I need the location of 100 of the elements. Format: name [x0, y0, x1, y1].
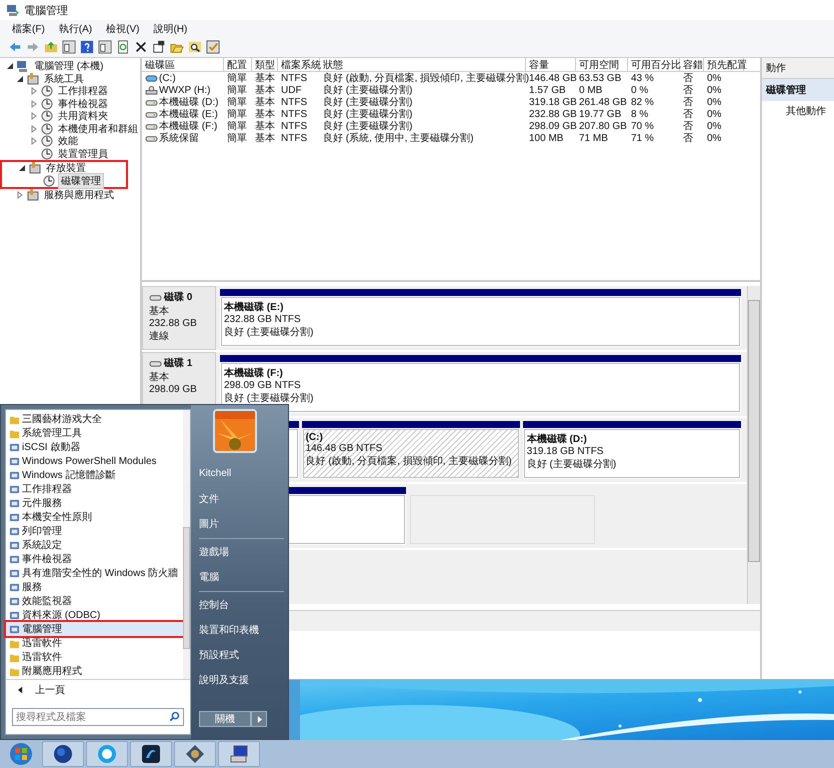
menu-item[interactable]: 說明(H): [153, 22, 188, 36]
start-menu-link[interactable]: 圖片: [199, 511, 284, 536]
table-cell: 19.77 GB: [579, 108, 622, 120]
menu-item[interactable]: 檢視(V): [106, 22, 140, 36]
partition[interactable]: 本機磁碟 (D:) 319.18 GB NTFS 良好 (主要磁碟分割): [522, 421, 741, 479]
program-item[interactable]: 系統管理工具: [6, 426, 183, 440]
table-cell: 8 %: [631, 108, 648, 120]
program-item[interactable]: iSCSI 啟動器: [6, 440, 183, 454]
program-item[interactable]: 事件檢視器: [6, 552, 183, 566]
table-cell-text: 否: [683, 96, 693, 109]
disk-size: 298.09 GB: [149, 384, 198, 395]
start-menu-link[interactable]: 說明及支援: [199, 667, 284, 692]
program-item[interactable]: 效能監視器: [6, 594, 183, 608]
table-cell-text: 否: [683, 132, 693, 145]
table-cell: 0 %: [631, 84, 648, 96]
table-cell: 0%: [707, 96, 722, 108]
search-field[interactable]: 搜尋程式及檔案: [12, 708, 184, 726]
program-item[interactable]: 系統設定: [6, 538, 183, 552]
table-cell-text: 良好 (啟動, 分頁檔案, 損毀傾印, 主要磁碟分割): [323, 72, 530, 84]
program-item[interactable]: 附屬應用程式: [6, 664, 183, 678]
program-item[interactable]: 元件服務: [6, 496, 183, 510]
partition-label: 本機磁碟 (E:): [224, 300, 284, 314]
tree-item[interactable]: 事件檢視器: [56, 96, 110, 111]
column-header[interactable]: 檔案系統: [278, 58, 320, 71]
partition[interactable]: 本機磁碟 (F:) 298.09 GB NTFS 良好 (主要磁碟分割): [220, 355, 741, 413]
table-cell-text: 否: [683, 72, 693, 85]
table-cell: 146.48 GB: [529, 72, 577, 84]
table-cell: NTFS: [281, 132, 308, 144]
tree-item[interactable]: 系統工具: [42, 72, 86, 86]
column-header[interactable]: 可用百分比: [628, 58, 680, 71]
table-cell: NTFS: [281, 120, 308, 132]
partition[interactable]: (C:) 146.48 GB NTFS 良好 (啟動, 分頁檔案, 損毀傾印, 主要磁碟分割): [302, 421, 520, 479]
action-item[interactable]: 其他動作: [762, 101, 834, 118]
program-item[interactable]: 工作排程器: [6, 482, 183, 496]
tree-item[interactable]: 共用資料夾: [56, 109, 110, 124]
table-cell: NTFS: [281, 96, 308, 108]
program-item[interactable]: 迅雷軟件: [6, 636, 183, 650]
column-header[interactable]: 預先配置: [704, 58, 744, 71]
tree-item[interactable]: 服務與應用程式: [42, 188, 116, 202]
column-header[interactable]: 可用空間: [576, 58, 628, 71]
start-menu-link[interactable]: 遊戲場: [199, 538, 284, 564]
disk-type: 基本: [149, 304, 170, 318]
tree-item[interactable]: 磁碟管理: [58, 172, 104, 189]
partition-size: 232.88 GB NTFS: [224, 314, 302, 325]
table-cell: 207.80 GB: [579, 120, 627, 132]
start-menu-link[interactable]: 文件: [199, 486, 284, 511]
table-cell: 82 %: [631, 96, 654, 108]
table-cell: 63.53 GB: [579, 72, 622, 84]
program-item[interactable]: 本機安全性原則: [6, 510, 183, 524]
column-header[interactable]: 配置: [224, 58, 252, 71]
partition-status: 良好 (主要磁碟分割): [526, 458, 618, 471]
partition-label: 本機磁碟 (D:): [526, 432, 588, 446]
program-item[interactable]: 資料來源 (ODBC): [6, 608, 183, 622]
disk-name: 磁碟 1: [164, 356, 192, 370]
table-cell-text: 簡單: [227, 84, 247, 97]
program-item[interactable]: 列印管理: [6, 524, 183, 538]
column-header[interactable]: 容錯: [680, 58, 704, 71]
table-cell-text: 簡單: [227, 132, 247, 145]
tree-item[interactable]: 本機使用者和群組: [56, 122, 140, 136]
program-item[interactable]: 電腦管理: [6, 622, 183, 636]
column-header[interactable]: 容量: [526, 58, 576, 71]
action-section[interactable]: 磁碟管理: [762, 79, 834, 101]
tree-item[interactable]: 工作排程器: [56, 84, 110, 98]
tree-item[interactable]: 存放裝置: [44, 161, 88, 176]
table-cell-text: 基本: [255, 96, 275, 108]
table-cell: WWXP (H:): [159, 84, 210, 96]
column-header[interactable]: 磁碟區: [142, 58, 224, 71]
panel-title: 動作: [762, 58, 834, 79]
column-header[interactable]: 狀態: [320, 58, 526, 71]
program-item[interactable]: Windows PowerShell Modules: [6, 454, 183, 468]
partition[interactable]: 本機磁碟 (E:) 232.88 GB NTFS 良好 (主要磁碟分割): [220, 289, 741, 347]
table-cell: 1.57 GB: [529, 84, 566, 96]
column-header[interactable]: 類型: [252, 58, 278, 71]
start-menu-link[interactable]: 控制台: [199, 591, 284, 617]
disk-size: 232.88 GB: [149, 318, 198, 329]
start-menu-link[interactable]: 裝置和印表機: [199, 617, 284, 642]
table-cell-text: 基本: [255, 84, 275, 96]
start-menu-link[interactable]: 預設程式: [199, 642, 284, 667]
start-menu-link[interactable]: 電腦: [199, 564, 284, 589]
partition-status: 良好 (主要磁碟分割): [224, 392, 314, 405]
program-item[interactable]: Windows 記憶體診斷: [6, 468, 183, 482]
program-item[interactable]: 迅雷软件: [6, 650, 183, 664]
table-cell: 0%: [707, 120, 722, 132]
tree-item[interactable]: 效能: [56, 134, 80, 148]
partition-status: 良好 (主要磁碟分割): [224, 326, 314, 339]
program-item[interactable]: 服務: [6, 580, 183, 594]
table-cell: 良好 (系統, 使用中, 主要磁碟分割): [323, 131, 474, 145]
back-button[interactable]: 上一頁: [6, 680, 190, 700]
partition-size: 319.18 GB NTFS: [526, 446, 604, 457]
menu-item[interactable]: 檔案(F): [12, 22, 45, 36]
table-cell-text: 簡單: [227, 108, 247, 121]
tree-item[interactable]: 電腦管理 (本機): [32, 59, 106, 74]
menu-item[interactable]: 執行(A): [58, 22, 92, 36]
start-menu-link[interactable]: Kitchell: [199, 461, 284, 486]
disk-type: 基本: [149, 370, 170, 384]
program-item[interactable]: 三國藝材游戏大全: [6, 412, 183, 426]
table-cell: 0%: [707, 84, 722, 96]
shutdown-button[interactable]: 關機: [199, 711, 251, 727]
program-item[interactable]: 具有進階安全性的 Windows 防火牆: [6, 566, 183, 580]
tree-item[interactable]: 裝置管理員: [56, 146, 110, 161]
